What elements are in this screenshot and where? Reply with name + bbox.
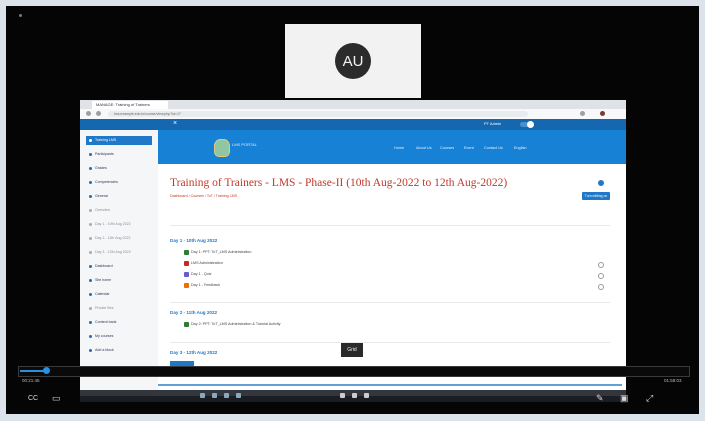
sidebar-item[interactable]: Calendar	[86, 290, 152, 299]
sidebar-item[interactable]: Site home	[86, 276, 152, 285]
site-logo[interactable]	[214, 139, 230, 157]
sidebar-item[interactable]: General	[86, 192, 152, 201]
activity-day1-ppt[interactable]: Day 1: PPT: ToT_LMS Administration	[184, 250, 252, 255]
nav-home[interactable]: Home	[394, 146, 404, 150]
user-name[interactable]: PT Admin	[484, 121, 501, 126]
sidebar-item[interactable]: Content bank	[86, 318, 152, 327]
reload-icon[interactable]	[96, 111, 101, 116]
site-header: LMS PORTAL Home About Us Courses Event C…	[158, 130, 626, 164]
site-top-bar: × PT Admin	[80, 119, 626, 130]
captions-icon[interactable]: CC	[28, 394, 38, 403]
completion-checkbox[interactable]	[598, 273, 604, 279]
url-field[interactable]: lms.example.edu.in/course/view.php?id=17	[108, 111, 528, 117]
back-icon[interactable]	[86, 111, 91, 116]
fullscreen-icon[interactable]: ⤢	[646, 394, 653, 403]
activity-lms-admin[interactable]: LMS Administration	[184, 261, 223, 266]
sidebar-item[interactable]: Day 3 - 12th Aug 2022	[86, 248, 152, 257]
seek-bar[interactable]	[18, 366, 690, 377]
course-content: Training of Trainers - LMS - Phase-II (1…	[158, 164, 626, 396]
close-drawer-icon[interactable]: ×	[173, 120, 177, 127]
activity-label: Day 1 - Feedback	[191, 283, 221, 287]
participant-tile: AU	[285, 24, 421, 98]
edit-mode-toggle[interactable]	[520, 121, 534, 128]
sidebar-item[interactable]: Training LMS	[86, 136, 152, 145]
total-time: 01:58:03	[664, 378, 682, 383]
nav-language[interactable]: English	[514, 146, 526, 150]
activity-label: Day 1 - Quiz	[191, 272, 212, 276]
activity-label: Day 1: PPT: ToT_LMS Administration	[191, 250, 252, 254]
chat-icon[interactable]: ▭	[52, 394, 61, 403]
site-logo-text: LMS PORTAL	[232, 142, 257, 147]
player-controls: CC ▭ ✎ ▣ ⤢	[18, 384, 688, 412]
edit-mode-button[interactable]: Turn editing on	[582, 192, 610, 200]
activity-day1-quiz[interactable]: Day 1 - Quiz	[184, 272, 212, 277]
activity-day1-feedback[interactable]: Day 1 - Feedback	[184, 283, 221, 288]
activity-day2-ppt[interactable]: Day 2: PPT: ToT_LMS Administration & Tut…	[184, 322, 281, 327]
quiz-icon	[184, 272, 189, 277]
section-day1-title[interactable]: Day 1 - 10th Aug 2022	[170, 238, 217, 243]
breadcrumb[interactable]: Dashboard / Courses / ToT / Training LMS	[170, 194, 237, 198]
course-title: Training of Trainers - LMS - Phase-II (1…	[170, 177, 508, 189]
nav-courses[interactable]: Courses	[440, 146, 454, 150]
section-day3-title[interactable]: Day 3 - 12th Aug 2022	[170, 350, 217, 355]
sidebar-item[interactable]: Overview	[86, 206, 152, 215]
profile-icon[interactable]	[600, 111, 605, 116]
extension-icon[interactable]	[580, 111, 585, 116]
view-tooltip: Grid	[341, 343, 363, 357]
sidebar-item[interactable]: Participants	[86, 150, 152, 159]
completion-checkbox[interactable]	[598, 262, 604, 268]
divider	[170, 342, 610, 343]
pdf-icon	[184, 261, 189, 266]
divider	[170, 302, 610, 303]
activity-label: LMS Administration	[191, 261, 223, 265]
file-icon	[184, 322, 189, 327]
feedback-icon	[184, 283, 189, 288]
menu-dot-icon[interactable]	[19, 14, 22, 17]
pen-icon[interactable]: ✎	[596, 394, 604, 403]
completion-checkbox[interactable]	[598, 284, 604, 290]
gear-icon[interactable]	[598, 180, 604, 186]
seek-handle[interactable]	[43, 367, 50, 374]
activity-label: Day 2: PPT: ToT_LMS Administration & Tut…	[191, 322, 281, 326]
sidebar-item[interactable]: Dashboard	[86, 262, 152, 271]
sidebar-item[interactable]: Day 1 - 10th Aug 2022	[86, 220, 152, 229]
nav-contact[interactable]: Contact Us	[484, 146, 503, 150]
browser-tab[interactable]: MANAGE: Training of Trainers	[92, 101, 168, 109]
section-day2-title[interactable]: Day 2 - 11th Aug 2022	[170, 310, 217, 315]
file-icon	[184, 250, 189, 255]
sidebar-item[interactable]: Day 2 - 11th Aug 2022	[86, 234, 152, 243]
participant-avatar: AU	[335, 43, 371, 79]
browser-address-bar: lms.example.edu.in/course/view.php?id=17	[80, 109, 626, 119]
divider	[170, 225, 610, 226]
course-sidebar: Training LMS Participants Grades Competenci…	[80, 130, 159, 396]
sidebar-item[interactable]: Competencies	[86, 178, 152, 187]
nav-event[interactable]: Event	[464, 146, 474, 150]
current-time: 00:21:45	[22, 378, 40, 383]
nav-about[interactable]: About Us	[416, 146, 432, 150]
sidebar-item[interactable]: Private files	[86, 304, 152, 313]
browser-tab-bar: MANAGE: Training of Trainers	[80, 100, 626, 109]
sidebar-item[interactable]: Add a block	[86, 346, 152, 355]
picture-in-picture-icon[interactable]: ▣	[620, 394, 629, 403]
sidebar-item[interactable]: Grades	[86, 164, 152, 173]
sidebar-item[interactable]: My courses	[86, 332, 152, 341]
